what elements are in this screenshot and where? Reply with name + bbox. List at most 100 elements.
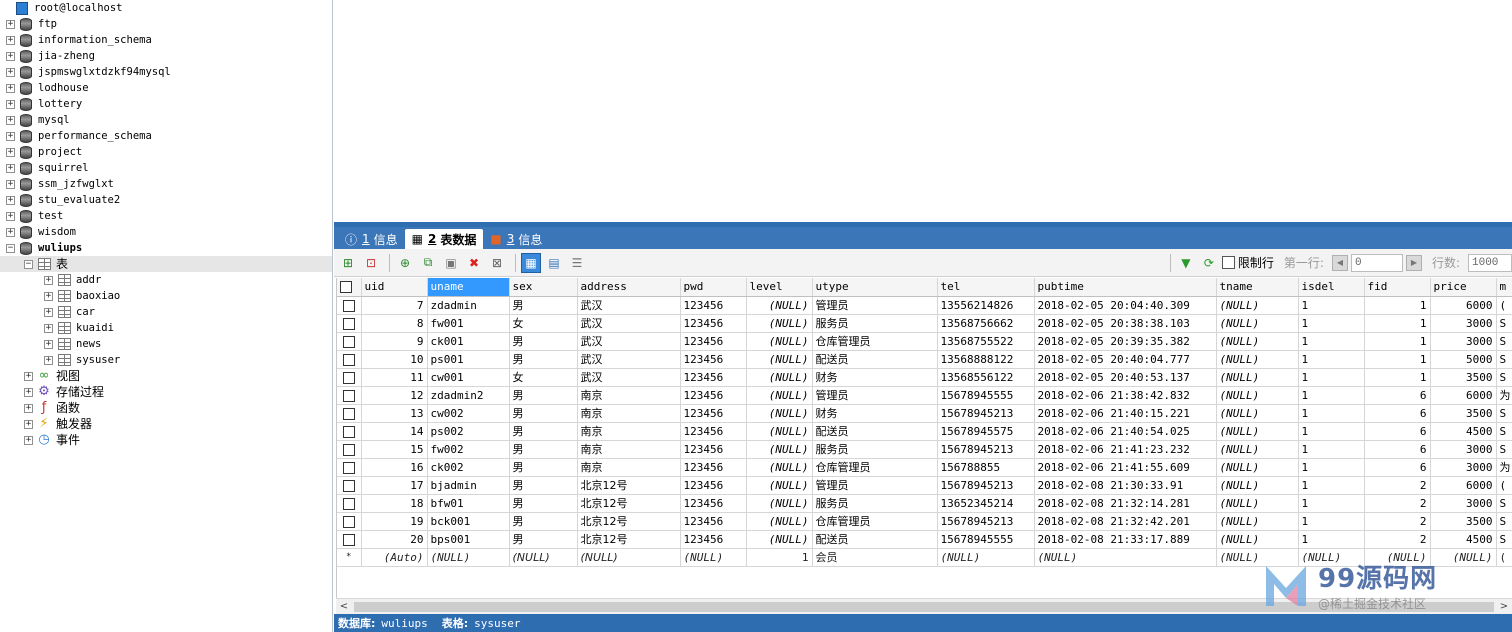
limit-rows-checkbox[interactable]	[1221, 256, 1235, 269]
cell-pubtime[interactable]: 2018-02-06 21:40:15.221	[1034, 404, 1217, 423]
cell-m[interactable]: S	[1496, 404, 1512, 423]
column-header-uid[interactable]: uid	[361, 278, 428, 297]
cell-uname[interactable]: bfw01	[427, 494, 510, 513]
cell-pubtime[interactable]: 2018-02-08 21:32:14.281	[1034, 494, 1217, 513]
expand-icon[interactable]: +	[6, 19, 15, 29]
cell-uname[interactable]: (NULL)	[427, 548, 510, 567]
expand-icon[interactable]: +	[6, 211, 15, 221]
tree-db-test[interactable]: + test	[0, 208, 332, 224]
cell-sex[interactable]: 男	[509, 296, 578, 315]
cell-uname[interactable]: bck001	[427, 512, 510, 531]
cell-level[interactable]: (NULL)	[746, 458, 813, 477]
cell-tel[interactable]: 15678945213	[937, 512, 1035, 531]
cell-m[interactable]: S	[1496, 350, 1512, 369]
cell-pwd[interactable]: 123456	[680, 512, 747, 531]
cell-sex[interactable]: 男	[509, 476, 578, 495]
cell-price[interactable]: 6000	[1430, 386, 1497, 405]
column-header-isdel[interactable]: isdel	[1298, 278, 1365, 297]
tree-folder-0[interactable]: + ∞ 视图	[0, 368, 332, 384]
cell-tel[interactable]: 15678945213	[937, 404, 1035, 423]
cell-uname[interactable]: ps002	[427, 422, 510, 441]
form-view-icon[interactable]: ▤	[544, 253, 564, 273]
cell-address[interactable]: 南京	[577, 404, 681, 423]
expand-icon[interactable]: +	[6, 51, 15, 61]
cell-sex[interactable]: 男	[509, 332, 578, 351]
cell-address[interactable]: 北京12号	[577, 476, 681, 495]
column-header-address[interactable]: address	[577, 278, 681, 297]
cell-level[interactable]: (NULL)	[746, 386, 813, 405]
cell-sex[interactable]: (NULL)	[509, 548, 578, 567]
cell-uid[interactable]: 14	[361, 422, 428, 441]
expand-icon[interactable]: +	[6, 163, 15, 173]
cell-utype[interactable]: 财务	[812, 368, 938, 387]
expand-icon[interactable]: +	[6, 83, 15, 93]
horizontal-scrollbar[interactable]: < >	[336, 598, 1512, 614]
tree-folder-4[interactable]: + ◷ 事件	[0, 432, 332, 448]
rows-count-input[interactable]: 1000	[1468, 253, 1512, 272]
cell-sex[interactable]: 男	[509, 404, 578, 423]
cell-price[interactable]: 3500	[1430, 404, 1497, 423]
cell-uname[interactable]: fw001	[427, 314, 510, 333]
row-checkbox[interactable]	[337, 314, 362, 333]
cell-tname[interactable]: (NULL)	[1216, 476, 1299, 495]
cell-utype[interactable]: 服务员	[812, 494, 938, 513]
delete-icon[interactable]: ✖	[464, 253, 484, 273]
expand-icon[interactable]: +	[6, 195, 15, 205]
tree-root-host[interactable]: root@localhost	[0, 0, 332, 16]
cell-pubtime[interactable]: 2018-02-05 20:38:38.103	[1034, 314, 1217, 333]
cell-price[interactable]: 4500	[1430, 422, 1497, 441]
cell-price[interactable]: 4500	[1430, 530, 1497, 549]
cell-tname[interactable]: (NULL)	[1216, 404, 1299, 423]
cell-sex[interactable]: 男	[509, 512, 578, 531]
insert-row-icon[interactable]: ⊞	[338, 253, 358, 273]
cell-level[interactable]: (NULL)	[746, 314, 813, 333]
cell-pwd[interactable]: 123456	[680, 350, 747, 369]
row-checkbox[interactable]	[337, 404, 362, 423]
cell-pubtime[interactable]: 2018-02-05 20:39:35.382	[1034, 332, 1217, 351]
cell-utype[interactable]: 财务	[812, 404, 938, 423]
cell-price[interactable]: 6000	[1430, 296, 1497, 315]
cell-tel[interactable]: 15678945555	[937, 386, 1035, 405]
cell-uname[interactable]: cw002	[427, 404, 510, 423]
cell-address[interactable]: (NULL)	[577, 548, 681, 567]
tree-db-jia-zheng[interactable]: + jia-zheng	[0, 48, 332, 64]
export-dropdown-icon[interactable]: ⊡	[361, 253, 381, 273]
cell-uname[interactable]: fw002	[427, 440, 510, 459]
table-row[interactable]: 14 ps002 男南京 123456 (NULL) 配送员 15678945575 2018…	[337, 422, 1512, 441]
cell-uid[interactable]: (Auto)	[361, 548, 428, 567]
expand-icon[interactable]: +	[6, 35, 15, 45]
cell-utype[interactable]: 仓库管理员	[812, 332, 938, 351]
cell-uid[interactable]: 16	[361, 458, 428, 477]
cell-isdel[interactable]: 1	[1298, 494, 1365, 513]
cell-fid[interactable]: 2	[1364, 530, 1431, 549]
cell-fid[interactable]: 6	[1364, 458, 1431, 477]
column-header-uname[interactable]: uname	[427, 278, 510, 297]
tree-db-project[interactable]: + project	[0, 144, 332, 160]
cell-m[interactable]: (	[1496, 548, 1512, 567]
cell-pubtime[interactable]: 2018-02-06 21:38:42.832	[1034, 386, 1217, 405]
cell-m[interactable]: S	[1496, 332, 1512, 351]
cell-tel[interactable]: 15678945575	[937, 422, 1035, 441]
first-row-input[interactable]: 0	[1350, 253, 1403, 272]
cell-uname[interactable]: bps001	[427, 530, 510, 549]
cell-price[interactable]: 3000	[1430, 458, 1497, 477]
tab-1[interactable]: ⓘ 1 信息	[338, 229, 405, 249]
table-row[interactable]: 7 zdadmin 男武汉 123456 (NULL) 管理员 13556214826 201…	[337, 296, 1512, 315]
expand-icon[interactable]: +	[44, 275, 53, 285]
select-all-checkbox[interactable]	[337, 278, 362, 297]
column-header-pubtime[interactable]: pubtime	[1034, 278, 1217, 297]
cell-pwd[interactable]: 123456	[680, 494, 747, 513]
cell-pwd[interactable]: 123456	[680, 458, 747, 477]
cell-pwd[interactable]: 123456	[680, 422, 747, 441]
cell-isdel[interactable]: 1	[1298, 440, 1365, 459]
row-checkbox[interactable]	[337, 368, 362, 387]
row-checkbox[interactable]	[337, 494, 362, 513]
cell-utype[interactable]: 服务员	[812, 314, 938, 333]
tree-db-jspmswglxtdzkf94mysql[interactable]: + jspmswglxtdzkf94mysql	[0, 64, 332, 80]
new-row[interactable]: * (Auto) (NULL) (NULL) (NULL) (NULL) 1 会员 (NULL)…	[337, 548, 1512, 567]
cell-pwd[interactable]: 123456	[680, 332, 747, 351]
tree-table-car[interactable]: + car	[0, 304, 332, 320]
cell-tel[interactable]: 13556214826	[937, 296, 1035, 315]
column-header-level[interactable]: level	[746, 278, 813, 297]
cell-address[interactable]: 南京	[577, 440, 681, 459]
